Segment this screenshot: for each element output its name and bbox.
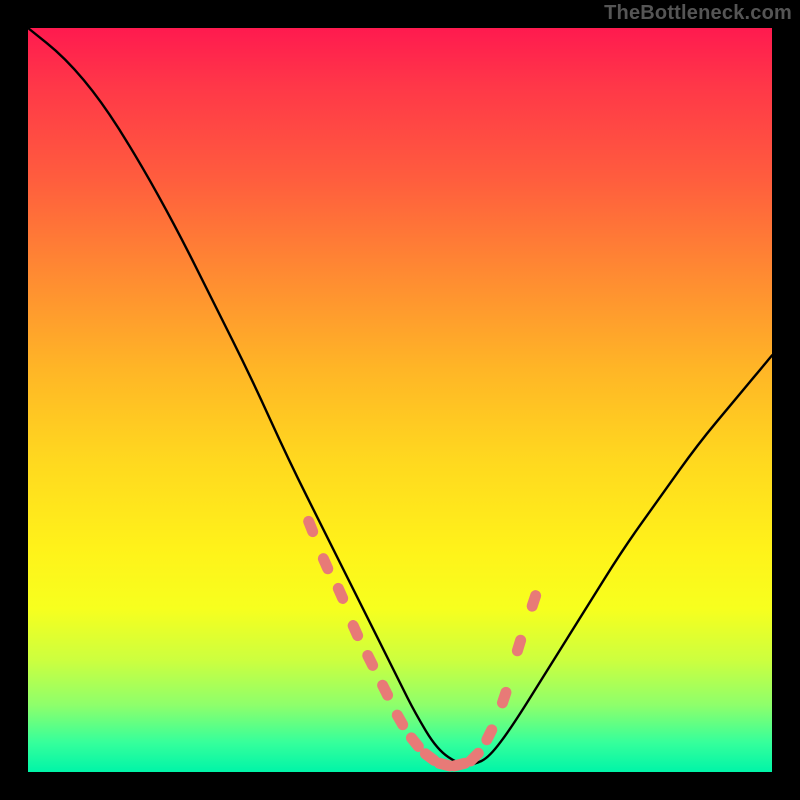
- watermark-text: TheBottleneck.com: [604, 2, 792, 25]
- bottleneck-marker: [316, 551, 335, 576]
- bottleneck-curve-line: [28, 28, 772, 765]
- chart-frame: TheBottleneck.com: [0, 0, 800, 800]
- chart-line-group: [28, 28, 772, 765]
- bottleneck-marker: [390, 708, 410, 733]
- bottleneck-marker: [511, 633, 528, 657]
- bottleneck-marker: [346, 618, 365, 643]
- bottleneck-marker: [375, 678, 395, 703]
- bottleneck-marker: [525, 589, 542, 613]
- bottleneck-marker: [331, 581, 350, 606]
- bottleneck-marker: [360, 648, 380, 673]
- plot-area: [28, 28, 772, 772]
- chart-svg: [28, 28, 772, 772]
- bottleneck-marker: [479, 723, 499, 748]
- bottleneck-marker: [496, 685, 513, 709]
